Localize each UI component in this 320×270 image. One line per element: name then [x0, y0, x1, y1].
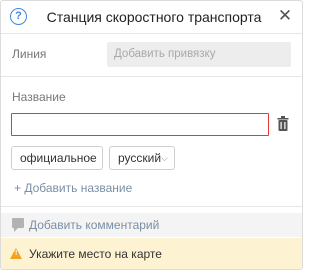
- panel-header: ? Станция скоростного транспорта ✕: [1, 1, 302, 33]
- language-value: русский: [118, 151, 162, 165]
- help-icon[interactable]: ?: [10, 8, 27, 25]
- line-divider: [1, 76, 302, 77]
- name-label: Название: [12, 90, 66, 104]
- line-label: Линия: [12, 47, 47, 61]
- name-divider: [1, 206, 302, 207]
- add-binding-field[interactable]: Добавить привязку: [107, 42, 291, 67]
- header-divider: [1, 33, 302, 34]
- name-type-select[interactable]: официальное ⌵: [11, 146, 103, 170]
- language-select[interactable]: русский ⌵: [109, 146, 175, 170]
- add-name-link[interactable]: + Добавить название: [14, 181, 132, 195]
- warning-text: Укажите место на карте: [29, 247, 162, 261]
- name-type-value: официальное: [20, 151, 97, 165]
- add-comment-link[interactable]: Добавить комментарий: [29, 218, 159, 232]
- station-edit-panel: ? Станция скоростного транспорта ✕ Линия…: [0, 0, 303, 270]
- trash-icon[interactable]: [277, 116, 289, 131]
- panel-title: Станция скоростного транспорта: [46, 9, 262, 25]
- chevron-down-icon: ⌵: [89, 153, 96, 163]
- warning-icon: !: [10, 248, 22, 259]
- name-input[interactable]: [11, 113, 269, 136]
- comment-icon: [12, 218, 24, 232]
- close-icon[interactable]: ✕: [277, 7, 293, 25]
- chevron-down-icon: ⌵: [161, 153, 168, 163]
